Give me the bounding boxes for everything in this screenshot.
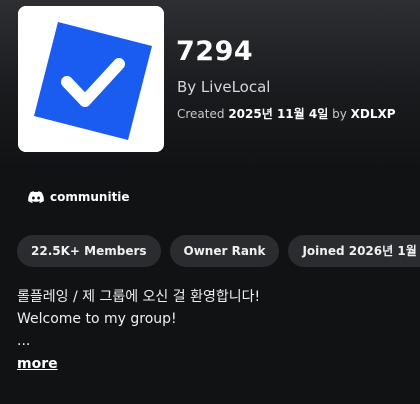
group-description: 롤플레잉 / 제 그룹에 오신 걸 환영합니다! Welcome to my g…: [17, 286, 260, 352]
more-link[interactable]: more: [17, 356, 58, 372]
members-pill[interactable]: 22.5K+ Members: [17, 235, 161, 267]
created-line: Created 2025년 11월 4일 by XDLXP: [177, 105, 396, 122]
community-link[interactable]: communitie: [28, 190, 130, 204]
description-line-korean: 롤플레잉 / 제 그룹에 오신 걸 환영합니다!: [17, 289, 261, 305]
created-by-prefix: by: [332, 107, 347, 121]
group-title: 7294: [176, 36, 254, 67]
discord-icon: [28, 190, 44, 203]
created-prefix: Created: [177, 107, 225, 121]
creator-line[interactable]: By LiveLocal: [177, 78, 270, 96]
blue-checkmark-logo: [18, 6, 164, 152]
group-thumbnail: [18, 6, 164, 152]
community-label: communitie: [50, 190, 130, 204]
created-by-user[interactable]: XDLXP: [351, 107, 396, 121]
rank-pill: Owner Rank: [169, 235, 280, 267]
stats-row: 22.5K+ Members Owner Rank Joined 2026년 1…: [17, 235, 420, 267]
created-date: 2025년 11월 4일: [228, 107, 329, 121]
description-ellipsis: ...: [17, 333, 31, 349]
description-line-english: Welcome to my group!: [17, 311, 177, 327]
joined-pill: Joined 2026년 1월 14일: [288, 235, 420, 267]
